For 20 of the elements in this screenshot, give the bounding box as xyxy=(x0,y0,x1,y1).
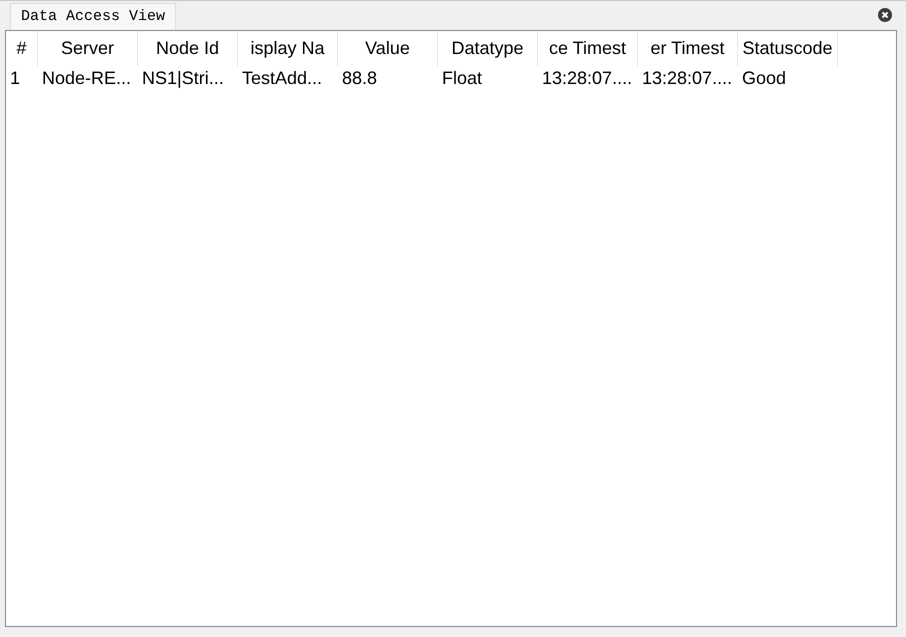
column-header[interactable]: er Timest xyxy=(638,31,738,66)
column-header[interactable]: Server xyxy=(38,31,138,66)
table-cell-text: 13:28:07.... xyxy=(641,67,734,90)
table-cell-text: Good xyxy=(741,67,788,90)
table-cell-text: TestAdd... xyxy=(241,67,324,90)
table-cell-text: 1 xyxy=(9,67,22,90)
column-header[interactable]: # xyxy=(6,31,38,66)
table-cell-text: 13:28:07.... xyxy=(541,67,634,90)
view-tab[interactable]: Data Access View xyxy=(10,3,176,30)
column-header[interactable]: Statuscode xyxy=(738,31,838,66)
column-header[interactable]: Node Id xyxy=(138,31,238,66)
table-cell-text: 88.8 xyxy=(341,67,378,90)
column-header[interactable]: Datatype xyxy=(438,31,538,66)
close-icon[interactable] xyxy=(878,8,892,22)
table-cell-text: NS1|Stri... xyxy=(141,67,225,90)
table-cell-text: Node-RE... xyxy=(41,67,132,90)
column-header[interactable]: Value xyxy=(338,31,438,66)
table-cell-text: Float xyxy=(441,67,484,90)
column-header[interactable]: isplay Na xyxy=(238,31,338,66)
column-header[interactable]: ce Timest xyxy=(538,31,638,66)
